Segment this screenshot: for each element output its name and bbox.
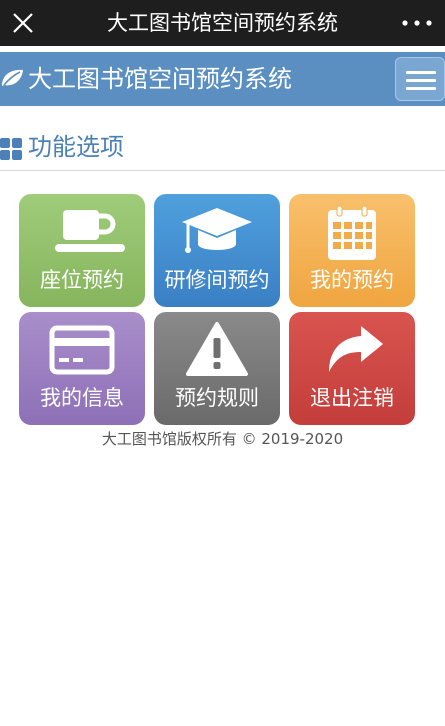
logout-tile[interactable]: 退出注销 — [289, 312, 415, 425]
tile-label: 研修间预约 — [164, 268, 270, 292]
hamburger-menu-icon — [406, 87, 436, 90]
hamburger-menu-icon — [406, 79, 436, 82]
window-title: 大工图书馆空间预约系统 — [107, 11, 338, 35]
tile-label: 预约规则 — [175, 386, 259, 410]
coffee-cup-icon — [55, 210, 125, 252]
hamburger-menu-icon — [406, 71, 436, 74]
tile-label: 退出注销 — [310, 386, 394, 410]
warning-icon — [186, 322, 248, 376]
grid-icon — [0, 138, 22, 160]
my-info-tile[interactable]: 我的信息 — [19, 312, 145, 425]
section-title: 功能选项 — [28, 133, 124, 161]
share-arrow-icon — [329, 326, 383, 372]
section-divider — [0, 170, 445, 171]
seat-reservation-tile[interactable]: 座位预约 — [19, 194, 145, 307]
reservation-rules-tile[interactable]: 预约规则 — [154, 312, 280, 425]
close-icon[interactable] — [4, 4, 42, 42]
menu-button[interactable] — [395, 57, 445, 101]
leaf-icon — [2, 69, 23, 86]
credit-card-icon — [49, 325, 115, 375]
app-top-bar: 大工图书馆空间预约系统 — [0, 0, 445, 46]
site-brand[interactable]: 大工图书馆空间预约系统 — [28, 52, 292, 106]
my-reservations-tile[interactable]: 我的预约 — [289, 194, 415, 307]
tile-label: 我的信息 — [40, 386, 124, 410]
tile-label: 座位预约 — [40, 268, 124, 292]
graduation-cap-icon — [182, 208, 252, 253]
site-header: 大工图书馆空间预约系统 — [0, 52, 445, 106]
copyright-footer: 大工图书馆版权所有 © 2019-2020 — [101, 430, 344, 448]
study-room-reservation-tile[interactable]: 研修间预约 — [154, 194, 280, 307]
calendar-icon — [328, 205, 376, 260]
more-dots-icon[interactable] — [397, 4, 437, 42]
tile-label: 我的预约 — [310, 268, 394, 292]
